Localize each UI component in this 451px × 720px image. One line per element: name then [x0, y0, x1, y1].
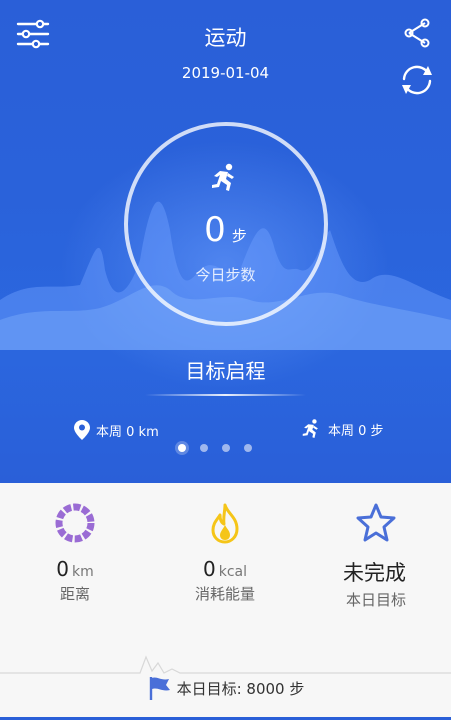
- stat-label: 距离: [59, 585, 90, 603]
- week-steps: 本周 0 步: [300, 418, 384, 440]
- page-dot[interactable]: [200, 444, 208, 452]
- sync-icon: [402, 65, 432, 95]
- share-icon: [404, 18, 430, 48]
- hero-panel: 运动 2019-01-04 0 步 今日步数 目标启程 本周 0 km 本周 0…: [0, 0, 451, 483]
- share-button[interactable]: [398, 16, 436, 50]
- stat-unit: kcal: [218, 564, 247, 580]
- flag-icon: [149, 677, 170, 700]
- ring-icon: [55, 503, 95, 543]
- stat-energy[interactable]: 0 kcal 消耗能量: [150, 483, 300, 604]
- stat-value: 0: [56, 557, 69, 581]
- stat-unit: km: [71, 564, 94, 580]
- stat-value: 未完成: [343, 561, 406, 585]
- stat-label: 本日目标: [345, 591, 406, 609]
- page-indicator: [178, 444, 252, 452]
- stat-distance[interactable]: 0 km 距离: [0, 483, 150, 604]
- pulse-line: [0, 655, 451, 674]
- runner-icon: [212, 163, 234, 191]
- sync-button[interactable]: [395, 60, 439, 100]
- daily-goal-area: 本日目标: 8000 步: [0, 633, 451, 720]
- page-dot[interactable]: [222, 444, 230, 452]
- runner-icon: [302, 419, 318, 438]
- week-distance-label: 本周 0 km: [96, 424, 159, 440]
- goal-divider: [145, 394, 306, 396]
- week-distance: 本周 0 km: [74, 420, 159, 440]
- goal-title[interactable]: 目标启程: [0, 355, 451, 384]
- daily-goal-label: 本日目标: 8000 步: [176, 679, 305, 698]
- date-label: 2019-01-04: [181, 64, 270, 82]
- location-pin-icon: [74, 420, 90, 440]
- steps-display: 0步: [0, 210, 451, 250]
- stats-row: 0 km 距离 0 kcal 消耗能量 未完成 本日目标: [0, 483, 451, 633]
- page-title: 运动: [204, 26, 247, 50]
- stat-daily-goal[interactable]: 未完成 本日目标: [301, 483, 451, 610]
- steps-label: 今日步数: [195, 266, 256, 284]
- page-dot[interactable]: [244, 444, 252, 452]
- week-steps-label: 本周 0 步: [328, 423, 384, 439]
- star-icon: [356, 503, 396, 542]
- steps-unit: 步: [231, 227, 247, 245]
- flame-icon: [211, 503, 239, 544]
- stat-label: 消耗能量: [194, 585, 255, 603]
- stat-value: 0: [202, 557, 216, 581]
- page-dot[interactable]: [178, 444, 186, 452]
- steps-value: 0: [204, 210, 226, 250]
- daily-goal[interactable]: 本日目标: 8000 步: [0, 675, 451, 701]
